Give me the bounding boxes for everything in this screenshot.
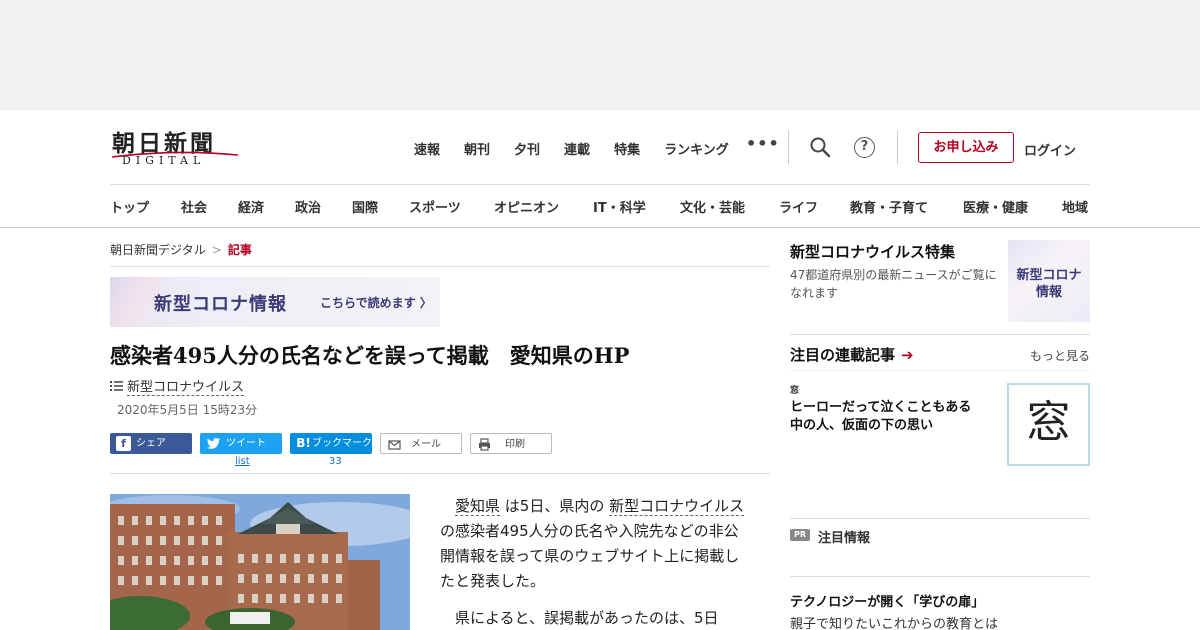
category-navigation: トップ 社会 経済 政治 国際 スポーツ オピニオン IT・科学 文化・芸能 ライフ 教育・子育て 医… [110,184,1090,228]
divider [110,473,770,474]
hatena-bookmark-count[interactable]: 33 [329,456,342,467]
category-nav-item[interactable]: 地域 [1062,197,1088,216]
nav-item-ranking[interactable]: ランキング [664,139,729,158]
category-nav-item[interactable]: 文化・芸能 [680,197,745,216]
paragraph-text: は5日、県内の [500,497,610,515]
article-photo[interactable] [110,494,410,630]
thumb-text-line2: 情報 [1035,285,1062,300]
series-thumbnail-text: 窓 [1026,397,1071,448]
print-label: 印刷 [505,439,525,450]
pr-article-title[interactable]: テクノロジーが開く「学びの扉」 [790,591,984,610]
divider [110,266,770,267]
search-icon[interactable] [809,136,831,158]
hatena-bookmark-label: ブックマーク [312,438,372,449]
article-paragraph: 愛知県 は5日、県内の 新型コロナウイルス の感染者495人分の氏名や入院先など… [440,494,750,594]
hatena-bookmark-icon: B! [296,436,311,450]
article-paragraph: 県によると、誤掲載があったのは、5日 [455,609,719,627]
featured-series-heading[interactable]: 注目の連載記事 ➔ [790,344,914,365]
category-nav-item[interactable]: IT・科学 [593,197,646,216]
pr-badge: PR [790,529,810,541]
thumb-text-line1: 新型コロナ [1016,268,1082,283]
header-divider [788,130,789,164]
arrow-right-icon: ➔ [901,346,914,364]
divider [790,370,1090,371]
list-icon [110,381,123,391]
more-menu-button[interactable]: ••• [746,134,780,153]
login-link[interactable]: ログイン [1024,140,1076,159]
divider [790,334,1090,335]
site-logo[interactable]: 朝日新聞 DIGITAL [110,124,242,170]
facebook-share-button[interactable]: f シェア [110,433,192,454]
breadcrumb-home[interactable]: 朝日新聞デジタル [110,243,206,257]
keyword-link-covid[interactable]: 新型コロナウイルス [609,497,745,516]
breadcrumb-separator: > [211,243,222,257]
top-navigation: 速報 朝刊 夕刊 連載 特集 ランキング [414,139,753,158]
banner-ribbon [110,277,160,327]
printer-icon [479,438,490,451]
category-nav-item[interactable]: スポーツ [409,197,461,216]
covid-feature-description: 47都道府県別の最新ニュースがご覧になれます [790,268,997,300]
advertisement-area [0,0,1200,110]
pr-section-label: 注目情報 [818,531,871,546]
topic-link[interactable]: 新型コロナウイルス [127,380,245,396]
category-nav-item[interactable]: 政治 [295,197,321,216]
category-nav-item[interactable]: 社会 [181,197,207,216]
category-nav-item[interactable]: 医療・健康 [963,197,1028,216]
series-thumbnail[interactable]: 窓 [1007,383,1090,466]
twitter-share-button[interactable]: ツイート [200,433,282,454]
category-nav-item[interactable]: オピニオン [494,197,559,216]
mail-share-button[interactable]: メール [380,433,462,454]
prefectural-office-building-image [110,494,410,630]
twitter-share-label: ツイート [226,438,266,449]
mail-icon [388,440,401,450]
article-body: 愛知県 は5日、県内の 新型コロナウイルス の感染者495人分の氏名や入院先など… [440,494,750,630]
hatena-bookmark-button[interactable]: B! ブックマーク [290,433,372,454]
banner-link: こちらで読めます 〉 [320,296,432,310]
category-nav-item[interactable]: 経済 [238,197,264,216]
covid-info-banner[interactable]: 新型コロナ情報 こちらで読めます 〉 [110,277,440,327]
category-nav-item[interactable]: トップ [110,197,149,216]
pr-article-subtitle: 親子で知りたいこれからの教育とは [790,617,999,630]
print-button[interactable]: 印刷 [470,433,552,454]
series-label: 窓 [790,386,800,396]
facebook-share-label: シェア [136,438,166,449]
see-more-link[interactable]: もっと見る [1030,347,1090,364]
header-divider [897,130,898,164]
logo-subtitle: DIGITAL [122,154,206,167]
article-title: 感染者495人分の氏名などを誤って掲載 愛知県のHP [110,343,630,368]
series-article-title[interactable]: ヒーローだって泣くこともある 中の人、仮面の下の思い [790,399,995,435]
article-date: 2020年5月5日 15時23分 [117,403,258,417]
category-nav-item[interactable]: 国際 [352,197,378,216]
featured-series-title: 注目の連載記事 [790,346,896,364]
divider [790,518,1090,519]
category-nav-item[interactable]: 教育・子育て [850,197,928,216]
nav-item-rensai[interactable]: 連載 [564,139,590,158]
nav-item-tokushu[interactable]: 特集 [614,139,640,158]
banner-title: 新型コロナ情報 [154,294,287,315]
sidebar: 新型コロナウイルス特集 47都道府県別の最新ニュースがご覧になれます 新型コロナ… [790,228,1090,630]
breadcrumb: 朝日新聞デジタル > 記事 [110,241,252,258]
twitter-icon [207,438,220,449]
article-topic: 新型コロナウイルス [110,376,245,396]
nav-item-choukan[interactable]: 朝刊 [464,139,490,158]
breadcrumb-current: 記事 [227,243,252,257]
subscribe-button[interactable]: お申し込み [918,132,1014,163]
divider [790,576,1090,577]
nav-item-sokuho[interactable]: 速報 [414,139,440,158]
nav-item-yukan[interactable]: 夕刊 [514,139,540,158]
facebook-icon: f [116,436,131,451]
covid-feature-thumbnail[interactable]: 新型コロナ 情報 [1008,240,1090,322]
twitter-count-link[interactable]: list [235,456,250,467]
help-icon[interactable]: ? [854,137,875,158]
keyword-link-aichi[interactable]: 愛知県 [455,497,501,516]
site-header: 朝日新聞 DIGITAL 速報 朝刊 夕刊 連載 特集 ランキング ••• ? … [0,110,1200,228]
mail-share-label: メール [411,439,441,450]
covid-feature-title[interactable]: 新型コロナウイルス特集 [790,241,955,262]
category-nav-item[interactable]: ライフ [779,197,818,216]
paragraph-text: の感染者495人分の氏名や入院先などの非公開情報を誤って県のウェブサイト上に掲載… [440,522,740,590]
